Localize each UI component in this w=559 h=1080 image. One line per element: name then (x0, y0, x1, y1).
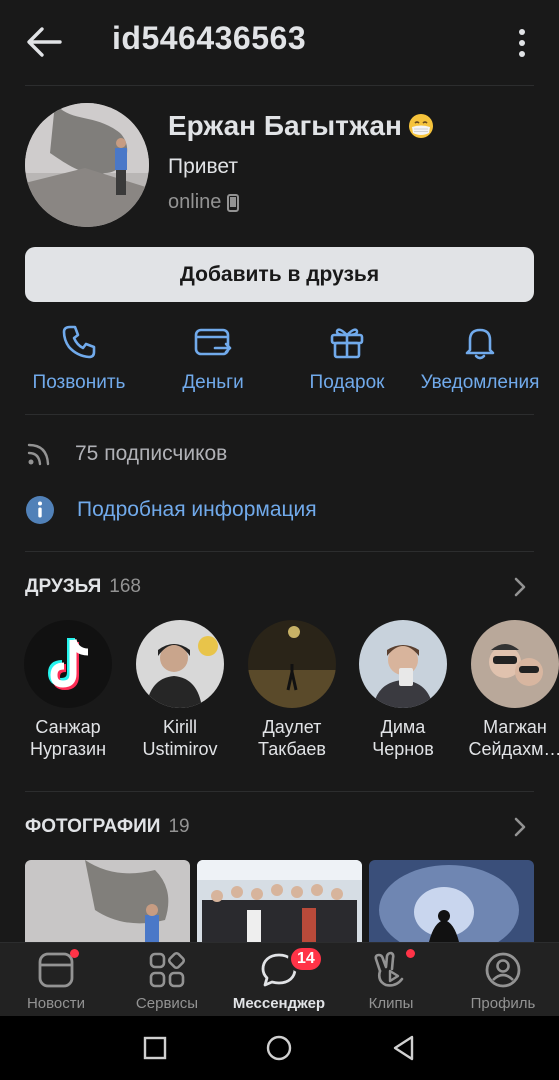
gift-label: Подарок (309, 372, 385, 393)
friend-name: Магжан Сейдахм… (468, 717, 559, 759)
back-triangle-icon[interactable] (388, 1032, 420, 1064)
system-navigation-bar (0, 1016, 559, 1080)
tab-services[interactable]: Сервисы (112, 951, 222, 1012)
bottom-tab-bar: Новости Сервисы Мессенджер Клипы Профиль (0, 942, 559, 1016)
notification-dot (406, 949, 415, 958)
friend-item[interactable]: Даулет Такбаев (237, 620, 347, 760)
friend-item[interactable]: Дима Чернов (348, 620, 458, 760)
mask-face-emoji-icon (408, 114, 433, 138)
news-icon (38, 952, 74, 988)
friend-avatar (471, 620, 559, 708)
money-label: Деньги (182, 372, 244, 393)
call-action[interactable]: Позвонить (9, 322, 149, 394)
friends-count: 168 (109, 576, 141, 597)
divider (25, 414, 534, 415)
services-icon (149, 951, 186, 988)
add-friend-button[interactable]: Добавить в друзья (25, 247, 534, 302)
tiktok-logo-icon (24, 620, 112, 708)
divider (25, 551, 534, 552)
divider (25, 791, 534, 792)
details-link[interactable]: Подробная информация (77, 498, 317, 522)
tab-label: Клипы (368, 995, 414, 1012)
photos-title: ФОТОГРАФИИ (25, 816, 161, 837)
chevron-right-icon[interactable] (512, 576, 528, 598)
clips-icon (374, 951, 404, 987)
rss-icon (27, 443, 50, 466)
friend-name: Дима Чернов (372, 717, 434, 759)
avatar[interactable] (25, 103, 149, 227)
friend-item[interactable]: Санжар Нургазин (13, 620, 123, 760)
mobile-phone-icon (227, 193, 240, 212)
photo-thumbnail[interactable] (369, 860, 534, 942)
tab-label: Сервисы (135, 995, 199, 1012)
friend-avatar (248, 620, 336, 708)
top-bar: id546436563 (0, 0, 559, 84)
messenger-unread-badge: 14 (288, 945, 324, 973)
info-icon (26, 496, 54, 524)
photo-thumbnail[interactable] (25, 860, 190, 942)
tab-label: Новости (26, 995, 86, 1012)
profile-name: Ержан Багытжан (168, 110, 402, 141)
tab-profile[interactable]: Профиль (448, 951, 558, 1012)
tab-label: Профиль (470, 995, 536, 1012)
recents-square-icon[interactable] (139, 1032, 171, 1064)
friend-avatar (136, 620, 224, 708)
call-label: Позвонить (32, 372, 126, 393)
photos-header[interactable]: ФОТОГРАФИИ 19 (25, 816, 190, 838)
friend-item[interactable]: Магжан Сейдахм… (460, 620, 559, 760)
online-status: online (168, 191, 222, 213)
avatar-photo (25, 103, 149, 227)
profile-status: Привет (168, 155, 239, 178)
more-vertical-icon[interactable] (510, 26, 534, 60)
photos-count: 19 (168, 816, 190, 837)
divider (25, 85, 534, 86)
tab-clips[interactable]: Клипы (336, 949, 446, 1012)
friend-item[interactable]: Kirill Ustimirov (125, 620, 235, 760)
notification-dot (70, 949, 79, 958)
tab-news[interactable]: Новости (1, 949, 111, 1012)
photo-thumbnail[interactable] (197, 860, 362, 942)
friend-name: Даулет Такбаев (258, 717, 326, 759)
page-title: id546436563 (112, 20, 307, 56)
online-indicator: online (168, 191, 240, 214)
phone-icon (62, 325, 96, 359)
details-row[interactable]: Подробная информация (25, 495, 317, 525)
name-row: Ержан Багытжан (168, 110, 434, 142)
notifications-action[interactable]: Уведомления (410, 322, 550, 394)
friend-name: Kirill Ustimirov (142, 717, 218, 759)
gift-icon (330, 328, 364, 359)
bell-icon (465, 328, 495, 360)
notifications-label: Уведомления (420, 372, 540, 393)
friend-avatar (359, 620, 447, 708)
friend-avatar (24, 620, 112, 708)
profile-icon (485, 952, 521, 988)
tab-label: Мессенджер (232, 995, 326, 1012)
back-arrow-icon[interactable] (24, 24, 64, 60)
chevron-right-icon[interactable] (512, 816, 528, 838)
home-circle-icon[interactable] (263, 1032, 295, 1064)
friends-title: ДРУЗЬЯ (25, 576, 102, 597)
friends-header[interactable]: ДРУЗЬЯ 168 (25, 576, 141, 598)
friend-name: Санжар Нургазин (29, 717, 107, 759)
followers-row[interactable]: 75 подписчиков (25, 440, 227, 468)
followers-count: 75 подписчиков (75, 442, 228, 465)
money-action[interactable]: Деньги (143, 322, 283, 394)
gift-action[interactable]: Подарок (277, 322, 417, 394)
money-transfer-icon (194, 328, 232, 356)
